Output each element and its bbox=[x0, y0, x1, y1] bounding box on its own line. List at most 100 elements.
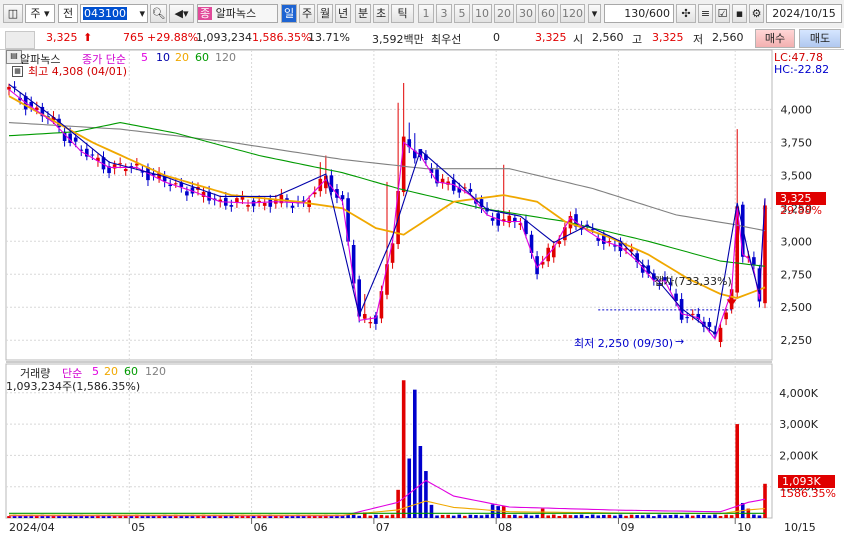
volume-bar bbox=[474, 515, 478, 518]
x-tick-label: 06 bbox=[254, 521, 268, 534]
volume-bar bbox=[690, 515, 695, 518]
volume-bar bbox=[652, 516, 656, 518]
volume-bar bbox=[663, 515, 667, 518]
volume-bar bbox=[674, 514, 678, 518]
volume-bar bbox=[496, 506, 500, 518]
price-tick-label: 3,000 bbox=[781, 235, 813, 248]
price-tick-label: 3,500 bbox=[781, 169, 813, 182]
price-panel-frame bbox=[5, 49, 773, 361]
ma-period-2: 20 bbox=[175, 51, 189, 64]
volume-bar bbox=[368, 515, 373, 518]
price-tick-label: 2,750 bbox=[781, 268, 813, 281]
volume-bar bbox=[485, 514, 489, 518]
volume-bar bbox=[729, 515, 734, 518]
candle-body bbox=[123, 168, 128, 172]
volume-bar bbox=[490, 504, 495, 518]
volume-bar bbox=[702, 514, 706, 518]
volume-bar bbox=[685, 514, 689, 518]
volume-bar bbox=[568, 515, 573, 518]
volume-bar bbox=[468, 514, 473, 518]
volume-bar bbox=[757, 515, 762, 518]
x-tick-label: 07 bbox=[376, 521, 390, 534]
price-tick-label: 4,000 bbox=[781, 103, 813, 116]
volume-bar bbox=[718, 515, 723, 518]
low-arrow-icon: → bbox=[675, 335, 685, 348]
volume-bar bbox=[679, 515, 684, 518]
volume-bar bbox=[590, 514, 595, 518]
volume-bar bbox=[585, 515, 589, 518]
x-tick-label: 05 bbox=[131, 521, 145, 534]
volume-bar bbox=[635, 515, 639, 518]
candle-body bbox=[490, 218, 495, 221]
candle-body bbox=[73, 137, 78, 142]
volume-bar bbox=[390, 514, 395, 518]
candle-body bbox=[724, 312, 728, 320]
volume-bar bbox=[385, 515, 389, 518]
volume-bar bbox=[601, 514, 606, 518]
candle-body bbox=[685, 317, 689, 319]
ma-period-1: 10 bbox=[156, 51, 170, 64]
volume-bar bbox=[379, 514, 384, 518]
volume-bar bbox=[168, 516, 173, 518]
volume-bar bbox=[507, 515, 512, 518]
price-tick-label: 3,750 bbox=[781, 136, 813, 149]
last-pct-tag: 29.88% bbox=[780, 204, 822, 217]
volume-bar bbox=[640, 515, 645, 518]
high-note: 최고 4,308 (04/01) bbox=[28, 65, 128, 78]
volume-tick-label: 3,000K bbox=[779, 418, 818, 431]
volume-bar bbox=[351, 514, 356, 518]
volume-bar bbox=[557, 515, 562, 518]
volume-bar bbox=[446, 514, 450, 518]
volume-bar bbox=[629, 514, 634, 518]
candle-body bbox=[329, 175, 334, 193]
volume-bar bbox=[657, 514, 662, 518]
x-tick-label: 08 bbox=[498, 521, 512, 534]
hc-label: HC:-22.82 bbox=[774, 63, 830, 76]
volume-bar bbox=[346, 515, 350, 518]
candle-body bbox=[362, 314, 367, 319]
volume-bar bbox=[752, 514, 756, 518]
volume-bar bbox=[535, 514, 539, 518]
candle-body bbox=[379, 291, 384, 319]
candle-body bbox=[7, 86, 11, 90]
candle-body bbox=[90, 154, 95, 156]
candle-body bbox=[690, 313, 695, 315]
vol-ma-period-0: 5 bbox=[92, 365, 99, 378]
candle-body bbox=[718, 327, 723, 343]
volume-bar bbox=[412, 389, 417, 518]
volume-bar bbox=[707, 515, 712, 518]
volume-bar bbox=[329, 516, 334, 518]
candle-body bbox=[468, 188, 473, 192]
volume-bar bbox=[613, 515, 617, 518]
ma-period-4: 120 bbox=[215, 51, 236, 64]
candle-body bbox=[173, 183, 178, 185]
candle-body bbox=[229, 205, 234, 207]
volume-bar bbox=[713, 514, 717, 518]
grid-icon: ▦ bbox=[12, 66, 23, 77]
last-volume-pct-tag: 1586.35% bbox=[780, 487, 836, 500]
volume-bar bbox=[357, 515, 362, 518]
volume-bar bbox=[501, 506, 506, 518]
candle-body bbox=[235, 198, 239, 203]
volume-tick-label: 2,000K bbox=[779, 449, 818, 462]
candle-body bbox=[368, 322, 373, 324]
gap-note: 갭차(733,33%) bbox=[654, 275, 732, 288]
candle-body bbox=[340, 195, 345, 200]
stock-chart[interactable]: 2024/04 05 06 07 08 09 10 10/15 4,000 3,750 3,500 3… bbox=[0, 0, 844, 543]
vol-ma-period-1: 20 bbox=[104, 365, 118, 378]
volume-bar bbox=[524, 514, 528, 518]
candle-body bbox=[290, 205, 295, 208]
volume-bar bbox=[668, 515, 673, 518]
candle-body bbox=[752, 257, 756, 265]
candle-body bbox=[740, 204, 745, 257]
x-tick-label: 10 bbox=[737, 521, 751, 534]
volume-bar bbox=[429, 504, 434, 518]
ma-period-3: 60 bbox=[195, 51, 209, 64]
volume-bar bbox=[374, 514, 378, 518]
candle-body bbox=[557, 241, 562, 244]
x-tick-label: 2024/04 bbox=[9, 521, 55, 534]
volume-bar bbox=[7, 516, 11, 518]
volume-bar bbox=[546, 515, 551, 518]
volume-bar bbox=[529, 515, 534, 518]
volume-bar bbox=[735, 424, 740, 518]
